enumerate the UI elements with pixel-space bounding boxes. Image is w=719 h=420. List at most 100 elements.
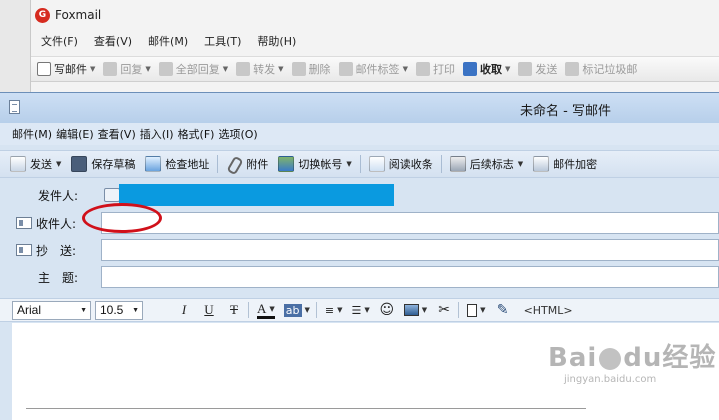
app-name: Foxmail	[55, 8, 102, 22]
delete-label: 删除	[308, 63, 331, 76]
bold-button[interactable]	[151, 301, 167, 319]
main-toolbar: 写邮件▼ 回复▼ 全部回复▼ 转发▼ 删除 邮件标签▼ 打印 收取▼	[31, 56, 719, 82]
send-queue-button[interactable]: 发送	[518, 61, 557, 77]
foxmail-logo-icon: G	[35, 7, 50, 23]
cc-field[interactable]	[101, 239, 719, 261]
attach-label: 附件	[246, 158, 269, 171]
menu-help[interactable]: 帮助(H)	[257, 33, 296, 49]
menu-mail[interactable]: 邮件(M)	[12, 126, 52, 142]
chevron-down-icon: ▼	[56, 160, 62, 168]
from-field[interactable]	[119, 184, 394, 206]
list-button[interactable]: ☰ ▼	[352, 301, 370, 319]
italic-button[interactable]: I	[176, 301, 192, 319]
reply-all-button[interactable]: 全部回复 ▼	[158, 61, 229, 77]
save-draft-label: 保存草稿	[91, 158, 136, 171]
highlight-icon: ab	[283, 303, 302, 317]
menu-view[interactable]: 查看(V)	[98, 126, 136, 142]
chevron-down-icon: ▼	[402, 65, 408, 73]
font-color-button[interactable]: A ▼	[257, 301, 275, 319]
chevron-down-icon: ▼	[517, 160, 524, 168]
spam-label: 标记垃圾邮	[582, 63, 638, 76]
check-address-button[interactable]: 检查地址	[145, 156, 209, 172]
insert-image-button[interactable]: ▼	[403, 301, 428, 319]
brush-icon: ✎	[496, 302, 509, 318]
toolbar-divider	[359, 155, 361, 173]
watermark-brand-mid: du	[623, 343, 663, 373]
strikethrough-button[interactable]: T	[226, 301, 242, 319]
watermark-brand: Bai du经验	[548, 337, 716, 374]
switch-account-button[interactable]: 切换帐号 ▼	[278, 156, 352, 172]
sender-account-icon[interactable]	[104, 188, 120, 202]
toolbar-divider	[217, 155, 219, 173]
attach-button[interactable]: 附件	[226, 156, 268, 172]
font-size-select[interactable]: 10.5 ▼	[95, 300, 143, 320]
contact-card-icon	[16, 217, 32, 229]
chevron-down-icon: ▼	[269, 304, 275, 313]
cc-label: 抄 送:	[36, 243, 77, 258]
align-button[interactable]: ≡ ▼	[325, 301, 343, 319]
flag-icon	[449, 156, 466, 172]
font-family-value: Arial	[17, 303, 42, 317]
follow-up-button[interactable]: 后续标志 ▼	[449, 156, 524, 172]
paw-icon	[599, 347, 622, 370]
spam-button[interactable]: 标记垃圾邮	[565, 61, 637, 77]
bullet-list-icon: ☰	[351, 303, 362, 317]
save-icon	[71, 156, 88, 172]
compose-menubar: 邮件(M) 编辑(E) 查看(V) 插入(I) 格式(F) 选项(O)	[0, 123, 719, 145]
subject-field[interactable]	[101, 266, 719, 288]
compose-label: 写邮件	[54, 63, 87, 76]
font-color-icon: A	[257, 300, 267, 316]
watermark-brand-end: 经验	[662, 343, 717, 373]
send-icon	[10, 156, 26, 172]
reply-button[interactable]: 回复 ▼	[103, 61, 151, 77]
main-menubar: 文件(F) 查看(V) 邮件(M) 工具(T) 帮助(H)	[31, 30, 719, 52]
send-label: 发送	[30, 158, 52, 171]
check-address-label: 检查地址	[165, 158, 210, 171]
font-family-select[interactable]: Arial ▼	[12, 300, 91, 320]
cc-address-button[interactable]: 抄 送:	[16, 242, 76, 259]
chevron-down-icon: ▼	[337, 306, 343, 314]
chevron-down-icon: ▼	[364, 306, 370, 314]
menu-options[interactable]: 选项(O)	[218, 126, 257, 142]
forward-label: 转发	[253, 63, 276, 76]
read-receipt-label: 阅读收条	[388, 158, 433, 171]
to-address-button[interactable]: 收件人:	[16, 215, 76, 232]
underline-button[interactable]: U	[201, 301, 217, 319]
check-address-icon	[145, 156, 162, 172]
insert-button[interactable]: ▼	[467, 301, 486, 319]
highlight-button[interactable]: ab ▼	[283, 301, 310, 319]
lock-icon	[533, 156, 550, 172]
chevron-down-icon: ▼	[222, 65, 229, 73]
baidu-watermark: Bai du经验 jingyan.baidu.com	[548, 337, 716, 385]
save-draft-button[interactable]: 保存草稿	[71, 156, 135, 172]
encrypt-button[interactable]: 邮件加密	[533, 156, 597, 172]
compose-button[interactable]: 写邮件 ▼	[37, 61, 95, 77]
delete-icon	[291, 62, 306, 76]
print-button[interactable]: 打印	[415, 61, 455, 77]
screenshot-button[interactable]: ✂	[436, 301, 452, 319]
compose-title: 未命名 - 写邮件	[520, 104, 611, 119]
clear-format-button[interactable]: ✎	[495, 301, 511, 319]
forward-button[interactable]: 转发 ▼	[236, 61, 284, 77]
tag-button[interactable]: 邮件标签 ▼	[338, 61, 408, 77]
to-field[interactable]	[101, 212, 719, 234]
menu-format[interactable]: 格式(F)	[178, 126, 215, 142]
menu-view[interactable]: 查看(V)	[94, 33, 132, 49]
receive-button[interactable]: 收取 ▼	[462, 61, 510, 77]
chevron-down-icon: ▼	[304, 306, 310, 314]
spam-icon	[565, 62, 580, 76]
menu-edit[interactable]: 编辑(E)	[56, 126, 94, 142]
toolbar-divider	[440, 155, 442, 173]
delete-button[interactable]: 删除	[291, 61, 331, 77]
menu-insert[interactable]: 插入(I)	[140, 126, 174, 142]
send-button[interactable]: 发送 ▼	[10, 156, 61, 172]
menu-mail[interactable]: 邮件(M)	[148, 33, 188, 49]
read-receipt-button[interactable]: 阅读收条	[368, 156, 433, 172]
menu-file[interactable]: 文件(F)	[41, 33, 78, 49]
html-mode-toggle[interactable]: <HTML>	[524, 304, 573, 317]
menu-tools[interactable]: 工具(T)	[204, 33, 241, 49]
watermark-url: jingyan.baidu.com	[564, 374, 657, 385]
emoji-button[interactable]: ☺	[379, 301, 395, 319]
chevron-down-icon: ▼	[421, 306, 428, 314]
document-icon	[9, 100, 20, 114]
